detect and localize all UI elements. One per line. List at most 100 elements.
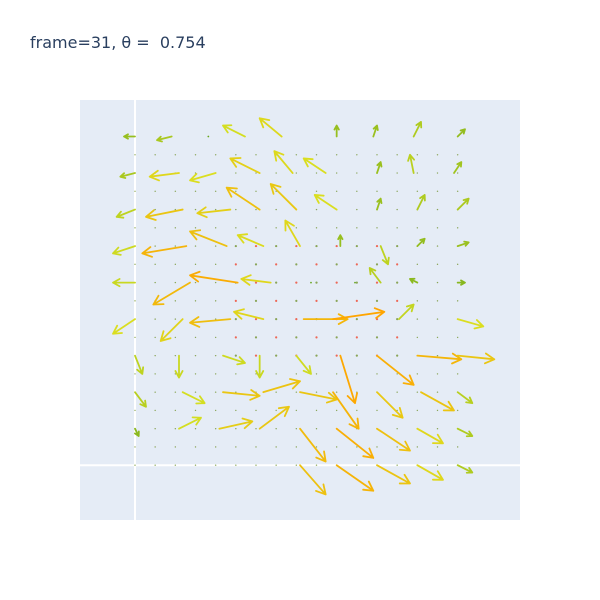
- grid-dot: [234, 263, 237, 266]
- grid-dot: [436, 446, 439, 448]
- grid-dot: [356, 373, 358, 375]
- grid-dot: [396, 427, 398, 430]
- grid-dot: [235, 190, 237, 193]
- grid-dot: [194, 427, 197, 430]
- grid-dot: [174, 464, 177, 466]
- grid-dot: [416, 190, 419, 193]
- grid-dot: [436, 300, 439, 302]
- grid-dot: [154, 446, 156, 448]
- grid-dot: [315, 336, 318, 339]
- grid-dot: [194, 208, 197, 211]
- grid-dot: [436, 373, 439, 375]
- grid-dot: [376, 409, 378, 412]
- grid-dot: [356, 446, 358, 448]
- grid-dot: [275, 281, 278, 284]
- grid-dot: [416, 263, 419, 266]
- grid-dot: [436, 227, 439, 229]
- grid-dot: [416, 154, 419, 156]
- grid-dot: [234, 244, 237, 248]
- grid-dot: [295, 318, 298, 321]
- grid-dot: [235, 154, 237, 156]
- grid-dot: [134, 227, 136, 229]
- grid-dot: [235, 409, 237, 412]
- grid-dot: [396, 172, 398, 174]
- grid-dot: [416, 373, 419, 375]
- grid-dot: [234, 318, 237, 321]
- grid-dot: [154, 281, 156, 284]
- grid-dot: [295, 427, 298, 430]
- grid-dot: [254, 336, 258, 339]
- grid-dot: [194, 154, 197, 156]
- grid-dot: [375, 336, 379, 339]
- grid-dot: [275, 263, 278, 266]
- grid-dot: [254, 244, 258, 248]
- grid-dot: [134, 446, 136, 448]
- grid-dot: [214, 245, 217, 247]
- grid-dot: [255, 227, 257, 229]
- grid-dot: [214, 190, 217, 193]
- grid-dot: [154, 373, 156, 375]
- grid-dot: [275, 464, 277, 466]
- grid-dot: [214, 208, 217, 211]
- grid-dot: [154, 427, 156, 430]
- grid-dot: [356, 172, 358, 174]
- grid-dot: [396, 244, 399, 248]
- grid-dot: [335, 336, 338, 339]
- grid-dot: [315, 464, 318, 466]
- grid-dot: [315, 446, 318, 448]
- grid-dot: [295, 281, 298, 284]
- grid-dot: [335, 172, 338, 174]
- grid-dot: [375, 263, 379, 266]
- grid-dot: [194, 446, 197, 448]
- grid-dot: [416, 336, 419, 339]
- grid-dot: [436, 245, 439, 247]
- grid-dot: [214, 263, 217, 266]
- grid-dot: [436, 190, 439, 193]
- grid-dot: [436, 172, 439, 174]
- grid-dot: [194, 281, 197, 284]
- grid-dot: [315, 190, 318, 193]
- grid-dot: [375, 244, 379, 248]
- grid-dot: [396, 190, 398, 193]
- grid-dot: [396, 263, 399, 266]
- grid-dot: [214, 446, 217, 448]
- grid-dot: [436, 208, 439, 211]
- grid-dot: [295, 190, 298, 193]
- grid-dot: [154, 336, 156, 339]
- grid-dot: [295, 244, 298, 248]
- grid-dot: [355, 299, 358, 302]
- grid-dot: [376, 227, 378, 229]
- grid-dot: [335, 391, 338, 393]
- grid-dot: [194, 227, 197, 229]
- grid-dot: [396, 391, 398, 393]
- grid-dot: [295, 336, 298, 339]
- quiver-plot: [80, 100, 520, 520]
- grid-dot: [154, 154, 156, 156]
- grid-dot: [335, 354, 338, 357]
- grid-dot: [134, 336, 136, 339]
- grid-dot: [456, 300, 459, 302]
- grid-dot: [235, 373, 237, 375]
- grid-dot: [194, 391, 197, 393]
- grid-dot: [174, 391, 177, 393]
- grid-dot: [295, 227, 298, 229]
- grid-dot: [436, 427, 439, 430]
- grid-dot: [396, 154, 398, 156]
- grid-dot: [194, 354, 197, 357]
- grid-dot: [214, 354, 217, 357]
- grid-dot: [315, 244, 318, 248]
- grid-dot: [355, 263, 358, 266]
- grid-dot: [315, 409, 318, 412]
- grid-dot: [376, 190, 378, 193]
- grid-dot: [214, 391, 217, 393]
- grid-dot: [315, 227, 318, 229]
- grid-dot: [376, 373, 378, 375]
- grid-dot: [134, 190, 136, 193]
- grid-dot: [134, 300, 136, 302]
- grid-dot: [255, 154, 257, 156]
- grid-dot: [295, 464, 298, 466]
- grid-dot: [355, 281, 358, 284]
- grid-dot: [235, 446, 237, 448]
- grid-dot: [396, 299, 399, 302]
- grid-dot: [456, 190, 459, 193]
